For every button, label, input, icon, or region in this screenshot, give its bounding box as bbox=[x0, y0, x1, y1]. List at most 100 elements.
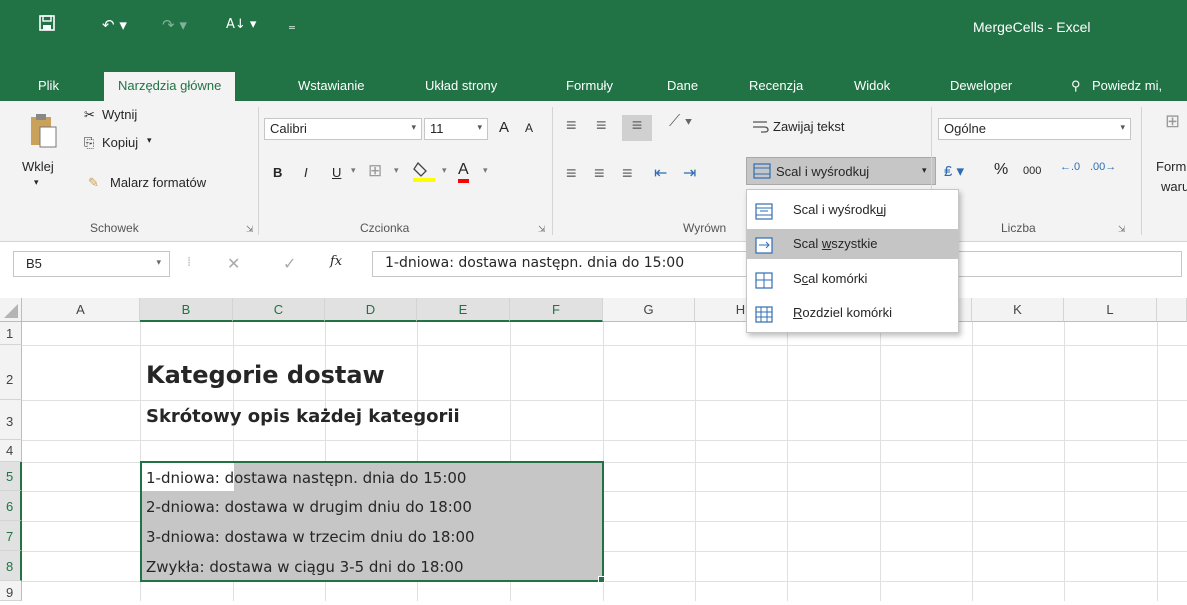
conditional-format-icon[interactable]: ⊞ bbox=[1165, 111, 1180, 132]
redo-icon[interactable]: ↷ ▾ bbox=[162, 14, 187, 36]
tab-formuly[interactable]: Formuły bbox=[566, 78, 613, 93]
column-header-b[interactable]: B bbox=[140, 298, 233, 322]
menu-item-unmerge[interactable]: Rozdziel komórki bbox=[747, 298, 958, 328]
select-all-corner[interactable] bbox=[0, 298, 22, 322]
tab-dane[interactable]: Dane bbox=[667, 78, 698, 93]
customize-qat-icon[interactable]: ₌ bbox=[288, 14, 296, 36]
formula-bar-grip-icon[interactable]: ⁞ bbox=[187, 255, 191, 270]
italic-button[interactable]: I bbox=[304, 165, 308, 180]
row-header-4[interactable]: 4 bbox=[0, 440, 22, 462]
align-right-icon[interactable]: ≡ bbox=[622, 163, 633, 184]
enter-icon[interactable]: ✓ bbox=[283, 254, 296, 273]
font-color-chevron-icon[interactable]: ▾ bbox=[483, 165, 488, 176]
menu-item-merge-across[interactable]: Scal wszystkie bbox=[747, 229, 958, 259]
cell-b8[interactable]: Zwykła: dostawa w ciągu 3-5 dni do 18:00 bbox=[146, 558, 464, 576]
underline-chevron-icon[interactable]: ▾ bbox=[351, 165, 356, 176]
undo-icon[interactable]: ↶ ▾ bbox=[102, 14, 127, 36]
borders-icon[interactable]: ⊞ bbox=[368, 161, 382, 181]
name-box-chevron-icon[interactable]: ▾ bbox=[156, 257, 161, 268]
row-header-9[interactable]: 9 bbox=[0, 581, 22, 601]
tell-me-input[interactable]: Powiedz mi, bbox=[1092, 78, 1162, 93]
number-launcher-icon[interactable]: ⇲ bbox=[1118, 225, 1128, 235]
bold-button[interactable]: B bbox=[273, 165, 282, 180]
merge-chevron-icon[interactable]: ▾ bbox=[922, 165, 927, 176]
wrap-text-button[interactable]: Zawijaj tekst bbox=[773, 119, 845, 134]
font-name-combo[interactable]: Calibri ▾ bbox=[264, 118, 422, 140]
tab-recenzja[interactable]: Recenzja bbox=[749, 78, 803, 93]
paste-icon[interactable] bbox=[28, 111, 60, 154]
underline-button[interactable]: U bbox=[332, 165, 341, 180]
cell-b3[interactable]: Skrótowy opis każdej kategorii bbox=[146, 406, 460, 427]
cancel-icon[interactable]: ✕ bbox=[227, 254, 240, 273]
tab-plik[interactable]: Plik bbox=[38, 78, 59, 93]
row-header-2[interactable]: 2 bbox=[0, 345, 22, 400]
column-header-g[interactable]: G bbox=[603, 298, 695, 322]
tab-widok[interactable]: Widok bbox=[854, 78, 890, 93]
merge-center-button[interactable]: Scal i wyśrodkuj ▾ bbox=[746, 157, 936, 185]
row-header-5[interactable]: 5 bbox=[0, 462, 22, 491]
tab-uklad-strony[interactable]: Układ strony bbox=[425, 78, 497, 93]
copy-chevron-icon[interactable]: ▾ bbox=[147, 135, 152, 146]
tab-wstawianie[interactable]: Wstawianie bbox=[298, 78, 364, 93]
shrink-font-button[interactable]: A bbox=[525, 121, 533, 135]
align-bottom-icon[interactable]: ≡ bbox=[622, 115, 652, 141]
column-header-d[interactable]: D bbox=[325, 298, 417, 322]
column-header-a[interactable]: A bbox=[22, 298, 140, 322]
align-center-icon[interactable]: ≡ bbox=[594, 163, 605, 184]
cell-b7[interactable]: 3-dniowa: dostawa w trzecim dniu do 18:0… bbox=[146, 528, 475, 546]
increase-decimal-icon[interactable]: ←.0 bbox=[1060, 161, 1080, 173]
insert-function-icon[interactable]: fx bbox=[330, 254, 342, 269]
save-icon[interactable] bbox=[38, 14, 56, 36]
row-header-3[interactable]: 3 bbox=[0, 400, 22, 440]
name-box[interactable]: B5 ▾ bbox=[13, 251, 170, 277]
column-header-k[interactable]: K bbox=[972, 298, 1064, 322]
cut-button[interactable]: Wytnij bbox=[102, 107, 137, 122]
menu-item-merge-cells[interactable]: Scal komórki bbox=[747, 264, 958, 294]
paste-button[interactable]: Wklej bbox=[22, 159, 54, 174]
align-left-icon[interactable]: ≡ bbox=[566, 163, 577, 184]
copy-icon[interactable]: ⎘ bbox=[84, 135, 94, 151]
row-header-8[interactable]: 8 bbox=[0, 551, 22, 581]
grow-font-button[interactable]: A bbox=[499, 119, 509, 136]
borders-chevron-icon[interactable]: ▾ bbox=[394, 165, 399, 176]
menu-item-merge-center[interactable]: Scal i wyśrodkuj bbox=[747, 195, 958, 225]
tab-deweloper[interactable]: Deweloper bbox=[950, 78, 1012, 93]
column-header-f[interactable]: F bbox=[510, 298, 603, 322]
clipboard-launcher-icon[interactable]: ⇲ bbox=[246, 225, 256, 235]
font-size-combo[interactable]: 11 ▾ bbox=[424, 118, 488, 140]
cut-icon[interactable]: ✂ bbox=[84, 107, 95, 123]
row-header-7[interactable]: 7 bbox=[0, 521, 22, 551]
fill-color-icon[interactable] bbox=[412, 159, 438, 186]
cell-b6[interactable]: 2-dniowa: dostawa w drugim dniu do 18:00 bbox=[146, 498, 472, 516]
column-header-m[interactable] bbox=[1157, 298, 1187, 322]
row-header-6[interactable]: 6 bbox=[0, 491, 22, 521]
conditional-format-button-line2[interactable]: waru bbox=[1161, 179, 1187, 194]
thousands-button[interactable]: 000 bbox=[1023, 165, 1041, 177]
column-header-l[interactable]: L bbox=[1064, 298, 1157, 322]
cell-b2[interactable]: Kategorie dostaw bbox=[146, 361, 385, 389]
column-header-e[interactable]: E bbox=[417, 298, 510, 322]
format-painter-button[interactable]: Malarz formatów bbox=[110, 175, 206, 190]
font-launcher-icon[interactable]: ⇲ bbox=[538, 225, 548, 235]
column-header-c[interactable]: C bbox=[233, 298, 325, 322]
sort-icon[interactable]: A↓ ▾ bbox=[226, 14, 256, 36]
increase-indent-icon[interactable]: ⇥ bbox=[683, 163, 696, 183]
tell-me-icon[interactable]: ⚲ bbox=[1071, 78, 1081, 94]
cell-b5[interactable]: 1-dniowa: dostawa następn. dnia do 15:00 bbox=[146, 469, 466, 487]
percent-button[interactable]: % bbox=[994, 161, 1008, 179]
copy-button[interactable]: Kopiuj bbox=[102, 135, 138, 150]
fill-chevron-icon[interactable]: ▾ bbox=[442, 165, 447, 176]
row-header-1[interactable]: 1 bbox=[0, 322, 22, 345]
wrap-text-icon[interactable] bbox=[752, 119, 770, 138]
fill-handle[interactable] bbox=[598, 576, 605, 583]
align-top-icon[interactable]: ≡ bbox=[566, 115, 577, 136]
decrease-decimal-icon[interactable]: .00→ bbox=[1090, 161, 1116, 173]
align-middle-icon[interactable]: ≡ bbox=[596, 115, 607, 136]
conditional-format-button-line1[interactable]: Form bbox=[1156, 159, 1186, 174]
orientation-icon[interactable]: ⟋ ▾ bbox=[669, 113, 692, 131]
paste-chevron-icon[interactable]: ▾ bbox=[34, 177, 39, 188]
decrease-indent-icon[interactable]: ⇤ bbox=[654, 163, 667, 183]
currency-icon[interactable]: ₤ ▾ bbox=[944, 162, 964, 180]
tab-narzedzia-glowne[interactable]: Narzędzia główne bbox=[104, 72, 236, 101]
number-format-combo[interactable]: Ogólne ▾ bbox=[938, 118, 1131, 140]
